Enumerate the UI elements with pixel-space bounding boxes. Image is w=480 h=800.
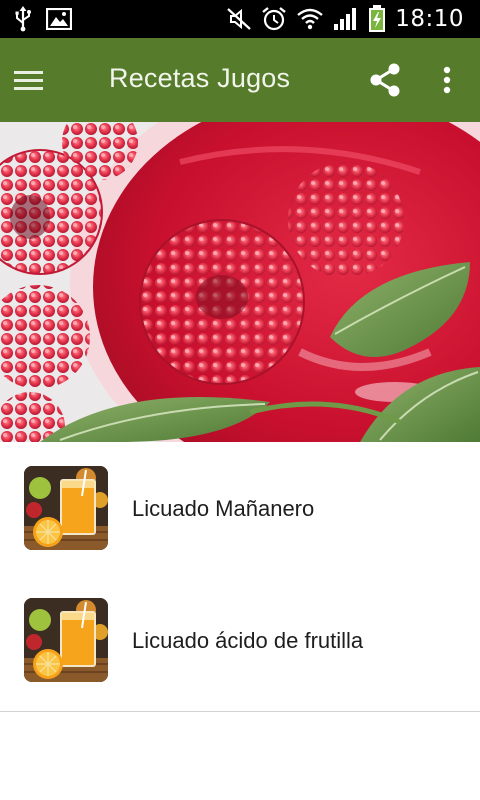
- share-icon: [370, 63, 400, 97]
- recipe-list-item[interactable]: Licuado Mañanero: [0, 442, 480, 574]
- image-notification-icon: [46, 8, 72, 30]
- status-time: 18:10: [395, 6, 464, 32]
- list-divider: [0, 711, 480, 712]
- app-bar: Recetas Jugos: [0, 38, 480, 122]
- alarm-icon: [262, 7, 286, 31]
- signal-icon: [334, 8, 357, 30]
- recipe-title: Licuado Mañanero: [132, 496, 315, 521]
- battery-charging-icon: [369, 5, 386, 32]
- status-bar-right: 18:10: [226, 4, 464, 34]
- raspberry-juice-photo: [0, 122, 480, 442]
- app-title: Recetas Jugos: [109, 63, 291, 93]
- orange-juice-thumbnail: [24, 466, 108, 550]
- mute-icon: [227, 8, 251, 30]
- overflow-menu-button[interactable]: [432, 58, 462, 102]
- hero-image: [0, 122, 480, 442]
- usb-icon: [15, 6, 31, 32]
- recipe-list-item[interactable]: Licuado ácido de frutilla: [0, 574, 480, 706]
- recipe-title: Licuado ácido de frutilla: [132, 628, 364, 653]
- overflow-menu-icon: [443, 66, 451, 94]
- status-bar: 18:10: [0, 0, 480, 38]
- share-button[interactable]: [364, 58, 406, 102]
- orange-juice-thumbnail: [24, 598, 108, 682]
- recipe-list: Licuado Mañanero Licuado ácido de frutil…: [0, 442, 480, 706]
- menu-button[interactable]: [14, 56, 70, 104]
- hamburger-menu-icon: [14, 71, 43, 90]
- wifi-icon: [297, 8, 323, 30]
- status-bar-left: [14, 6, 72, 32]
